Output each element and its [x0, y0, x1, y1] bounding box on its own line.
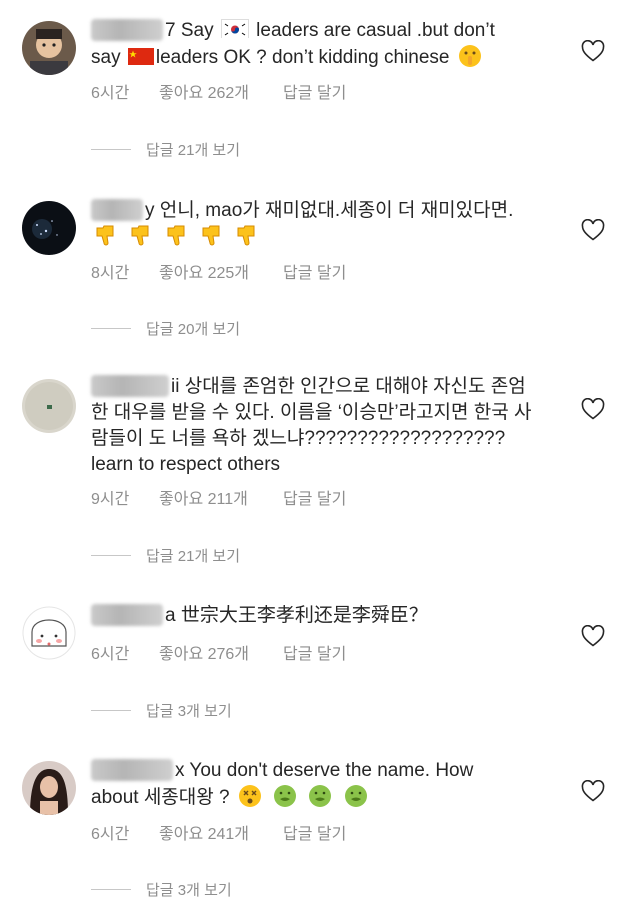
reply-button[interactable]: 답글 달기 [283, 79, 346, 103]
view-replies-link[interactable]: 답글 20개 보기 [91, 318, 240, 339]
view-replies-label[interactable]: 답글 3개 보기 [146, 700, 232, 721]
view-replies-link[interactable]: 답글 21개 보기 [91, 545, 240, 566]
reply-divider-line [91, 328, 131, 329]
comment-time: 9시간 [91, 491, 130, 508]
view-replies-link[interactable]: 답글 3개 보기 [91, 879, 232, 900]
beige-circle-avatar-icon [22, 379, 76, 433]
comment-text: a 世宗大王李孝利还是李舜臣？ [91, 603, 561, 629]
nauseated-face-emoji-icon [274, 785, 297, 807]
like-count[interactable]: 좋아요 225개 [159, 259, 283, 283]
reply-button[interactable]: 답글 달기 [283, 485, 346, 509]
username-blurred[interactable] [91, 375, 169, 397]
username-blurred[interactable] [91, 604, 163, 626]
thumbs-down-icon [237, 225, 255, 246]
reply-divider-line [91, 555, 131, 556]
child-avatar-icon [22, 21, 76, 75]
thumbs-down-icon [202, 225, 220, 246]
username-blurred[interactable] [91, 759, 173, 781]
avatar[interactable] [22, 201, 76, 255]
comment-meta: 8시간 좋아요 225개 답글 달기 [91, 259, 346, 283]
dizzy-face-emoji-icon [238, 785, 261, 807]
comment-meta: 9시간 좋아요 211개 답글 달기 [91, 485, 346, 509]
comment-text: x You don't deserve the name. How about … [91, 759, 474, 808]
like-count[interactable]: 좋아요 276개 [159, 640, 283, 664]
reply-divider-line [91, 889, 131, 890]
like-heart-icon[interactable] [581, 218, 605, 241]
avatar[interactable] [22, 21, 76, 75]
like-heart-icon[interactable] [581, 397, 605, 420]
comment-time: 6시간 [91, 646, 130, 663]
avatar[interactable] [22, 761, 76, 815]
avatar[interactable] [22, 606, 76, 660]
username-blurred[interactable] [91, 199, 143, 221]
thumbs-down-icon [131, 225, 149, 246]
view-replies-label[interactable]: 답글 21개 보기 [146, 545, 240, 566]
thumbs-down-icon [96, 225, 114, 246]
like-heart-icon[interactable] [581, 779, 605, 802]
view-replies-label[interactable]: 답글 21개 보기 [146, 139, 240, 160]
comment-meta: 6시간 좋아요 241개 답글 달기 [91, 820, 346, 844]
like-heart-icon[interactable] [581, 624, 605, 647]
south-korea-flag-icon [220, 19, 249, 38]
reply-divider-line [91, 710, 131, 711]
nauseated-face-emoji-icon [309, 785, 332, 807]
comment-time: 6시간 [91, 826, 130, 843]
username-blurred[interactable] [91, 19, 163, 41]
night-sky-avatar-icon [22, 201, 76, 255]
reply-button[interactable]: 답글 달기 [283, 820, 346, 844]
comment-text: y 언니, mao가 재미없대.세종이 더 재미있다면. [91, 198, 561, 251]
woman-portrait-avatar-icon [22, 761, 76, 815]
comment-time: 8시간 [91, 265, 130, 282]
shushing-face-emoji-icon [458, 44, 482, 68]
comment-time: 6시간 [91, 85, 130, 102]
comment-text: 7 Say leaders are casual .but don’t say … [91, 19, 495, 68]
nauseated-face-emoji-icon [344, 785, 367, 807]
comment-text: ii 상대를 존엄한 인간으로 대해야 자신도 존엄 한 대우를 받을 수 있다… [91, 375, 532, 475]
thumbs-down-icon [167, 225, 185, 246]
view-replies-label[interactable]: 답글 3개 보기 [146, 879, 232, 900]
thumbs-down-emoji-group [91, 224, 262, 251]
view-replies-label[interactable]: 답글 20개 보기 [146, 318, 240, 339]
comment-meta: 6시간 좋아요 276개 답글 달기 [91, 640, 346, 664]
view-replies-link[interactable]: 답글 21개 보기 [91, 139, 240, 160]
avatar[interactable] [22, 379, 76, 433]
like-count[interactable]: 좋아요 241개 [159, 820, 283, 844]
like-heart-icon[interactable] [581, 39, 605, 62]
comment-meta: 6시간 좋아요 262개 답글 달기 [91, 79, 346, 103]
like-count[interactable]: 좋아요 211개 [159, 485, 283, 509]
reply-divider-line [91, 149, 131, 150]
view-replies-link[interactable]: 답글 3개 보기 [91, 700, 232, 721]
like-count[interactable]: 좋아요 262개 [159, 79, 283, 103]
reply-button[interactable]: 답글 달기 [283, 259, 346, 283]
china-flag-icon [127, 47, 154, 65]
reply-button[interactable]: 답글 달기 [283, 640, 346, 664]
cartoon-girl-avatar-icon [22, 606, 76, 660]
